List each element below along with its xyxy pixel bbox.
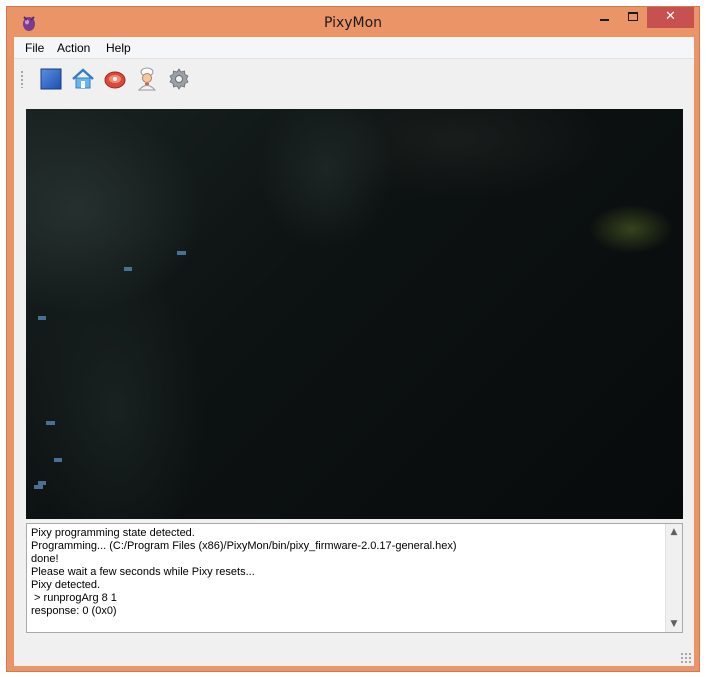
menu-file[interactable]: File [25,41,44,55]
detected-block [124,267,132,271]
console-line: done! [31,553,59,565]
toolbar [14,60,694,98]
console-line: Pixy programming state detected. [31,527,195,539]
console-line: Please wait a few seconds while Pixy res… [31,566,255,578]
maximize-icon [628,12,638,21]
stop-icon[interactable] [39,67,63,91]
title-bar[interactable]: PixyMon ✕ [7,7,699,38]
minimize-button[interactable] [591,7,617,28]
maximize-button[interactable] [620,7,646,28]
console-output[interactable]: Pixy programming state detected. Program… [26,523,683,633]
toolbar-grip[interactable] [20,70,24,88]
minimize-icon [599,19,609,21]
menu-bar: File Action Help [14,37,694,59]
video-display[interactable] [26,109,683,519]
console-line: > runprogArg 8 1 [31,592,117,604]
close-button[interactable]: ✕ [647,7,694,28]
menu-action[interactable]: Action [57,41,90,55]
scroll-down-icon[interactable]: ▼ [666,616,682,632]
console-scrollbar[interactable]: ▲ ▼ [665,524,682,632]
menu-help[interactable]: Help [106,41,131,55]
detected-block [46,421,55,425]
console-line: Programming... (C:/Program Files (x86)/P… [31,540,457,552]
resize-grip-icon[interactable] [680,652,692,664]
detected-block [38,316,46,320]
detected-block [34,485,43,489]
cooked-video-icon[interactable] [135,67,159,91]
gear-icon[interactable] [167,67,191,91]
client-area: File Action Help Pixy programming state … [14,37,694,666]
raw-video-icon[interactable] [103,67,127,91]
console-line: Pixy detected. [31,579,101,591]
close-icon: ✕ [665,9,676,24]
app-window: PixyMon ✕ File Action Help Pixy programm… [6,6,700,672]
console-line: response: 0 (0x0) [31,605,117,617]
status-bar [14,642,694,666]
detected-block [177,251,186,255]
detected-block [54,458,62,462]
scroll-up-icon[interactable]: ▲ [666,524,682,540]
console-text: Pixy programming state detected. Program… [31,527,664,618]
home-icon[interactable] [71,67,95,91]
